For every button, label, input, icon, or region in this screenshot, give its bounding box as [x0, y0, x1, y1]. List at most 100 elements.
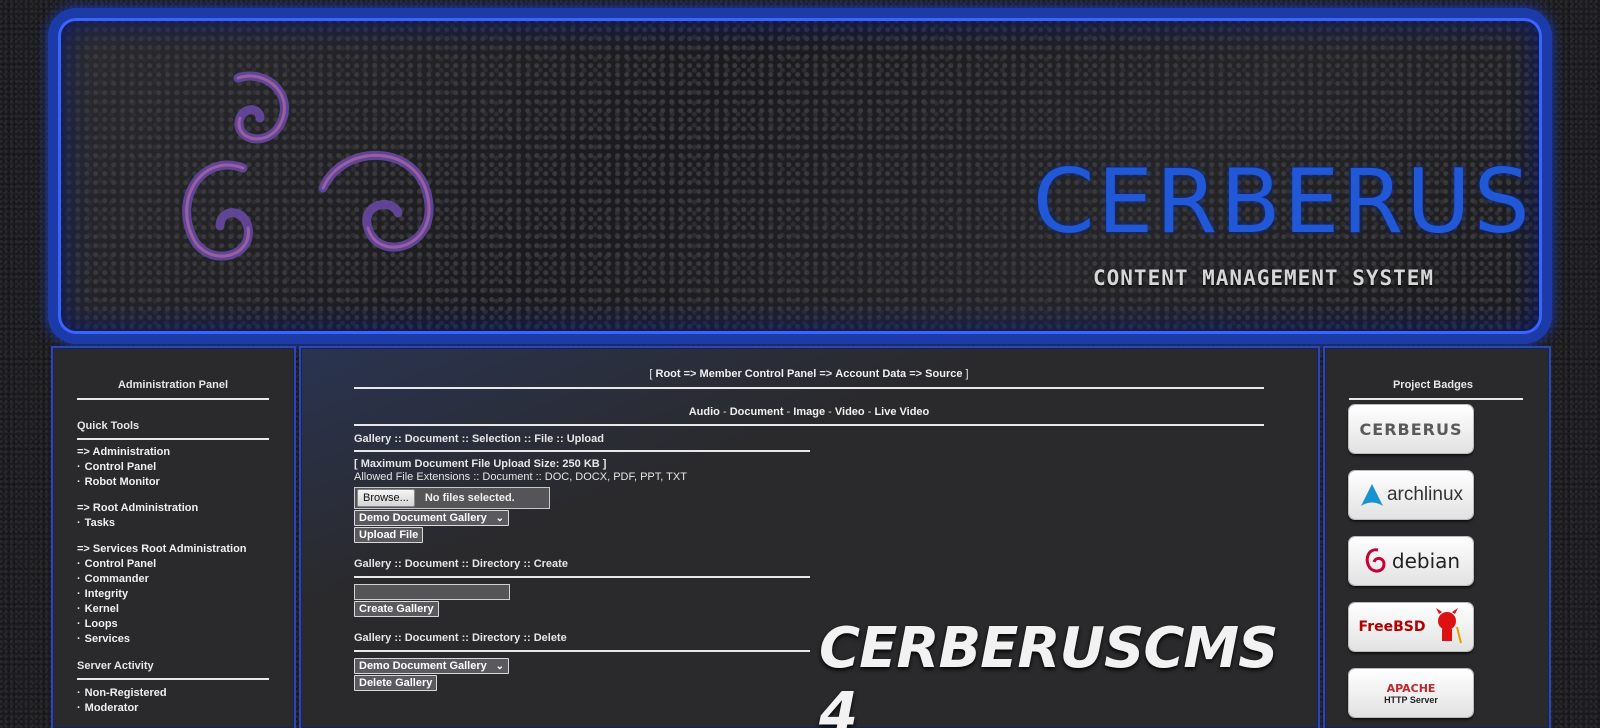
services-menu: => Services Root Administration · Control… — [77, 542, 269, 647]
server-activity-title: Server Activity — [77, 660, 154, 672]
divider — [354, 450, 810, 452]
cerberus-badge[interactable]: CERBERUS — [1349, 405, 1473, 453]
breadcrumb-account-data[interactable]: Account Data — [835, 368, 906, 380]
bullet: · — [77, 461, 81, 473]
activity-moderator[interactable]: Moderator — [85, 702, 139, 714]
triskele-logo — [182, 71, 434, 261]
delete-gallery-select[interactable]: Demo Document Gallery ⌄ — [354, 658, 509, 674]
divider — [77, 398, 269, 400]
quick-tools-title: Quick Tools — [77, 420, 140, 432]
apache-badge-label: APACHE — [1386, 681, 1436, 695]
browse-button[interactable]: Browse... — [357, 489, 415, 507]
menu-item-control-panel[interactable]: Control Panel — [85, 461, 157, 473]
divider — [354, 576, 810, 578]
upload-section-title: Gallery :: Document :: Selection :: File… — [354, 433, 604, 445]
breadcrumb-source[interactable]: Source — [925, 368, 962, 380]
delete-gallery-button[interactable]: Delete Gallery — [354, 675, 438, 691]
media-sep: - — [786, 406, 791, 418]
media-sep: - — [867, 406, 872, 418]
breadcrumb-root[interactable]: Root — [656, 368, 681, 380]
bullet: · — [77, 603, 81, 615]
bullet: · — [77, 573, 81, 585]
bullet: · — [77, 588, 81, 600]
debian-badge-label: debian — [1391, 549, 1461, 573]
delete-section-title: Gallery :: Document :: Directory :: Dele… — [354, 632, 567, 644]
bullet: · — [77, 517, 81, 529]
chevron-down-icon: ⌄ — [495, 661, 504, 672]
project-badges-title: Project Badges — [1392, 379, 1474, 391]
breadcrumb-sep: => — [683, 368, 697, 380]
menu-item-tasks[interactable]: Tasks — [85, 517, 115, 529]
breadcrumb-member-cp[interactable]: Member Control Panel — [700, 368, 817, 380]
file-status: No files selected. — [424, 492, 515, 504]
debian-badge[interactable]: debian — [1349, 537, 1473, 585]
media-document-link[interactable]: Document — [730, 406, 784, 418]
divider — [354, 387, 1264, 389]
create-gallery-button[interactable]: Create Gallery — [354, 601, 439, 617]
admin-heading-link[interactable]: => Administration — [77, 446, 170, 458]
archlinux-badge[interactable]: archlinux — [1349, 471, 1473, 519]
menu-item-kernel[interactable]: Kernel — [85, 603, 119, 615]
file-picker[interactable]: Browse... No files selected. — [354, 487, 550, 509]
upload-file-button[interactable]: Upload File — [354, 527, 424, 543]
breadcrumb-sep: => — [909, 368, 923, 380]
media-live-video-link[interactable]: Live Video — [874, 406, 929, 418]
breadcrumb: [ Root => Member Control Panel => Accoun… — [354, 366, 1264, 382]
media-sep: - — [828, 406, 832, 418]
breadcrumb-bracket: ] — [965, 368, 969, 380]
breadcrumb-bracket: [ — [649, 368, 653, 380]
freebsd-badge[interactable]: FreeBSD — [1349, 603, 1473, 651]
gallery-name-input[interactable] — [354, 584, 510, 600]
header-banner: CERBERUS CONTENT MANAGEMENT SYSTEM — [48, 8, 1552, 344]
bullet: · — [77, 476, 81, 488]
breadcrumb-sep: => — [819, 368, 833, 380]
admin-panel-title: Administration Panel — [117, 379, 229, 391]
upload-gallery-select-value: Demo Document Gallery — [359, 512, 487, 524]
divider — [354, 650, 810, 652]
freebsd-badge-label: FreeBSD — [1358, 619, 1426, 635]
media-audio-link[interactable]: Audio — [689, 406, 720, 418]
delete-section: Gallery :: Document :: Directory :: Dele… — [354, 631, 810, 691]
activity-non-registered[interactable]: Non-Registered — [85, 687, 167, 699]
menu-item-commander[interactable]: Commander — [85, 573, 149, 585]
cerberus-badge-label: CERBERUS — [1359, 419, 1463, 439]
menu-item-services[interactable]: Services — [85, 633, 130, 645]
divider — [77, 438, 269, 440]
cerberuscms-watermark: CERBERUSCMS 4 — [819, 616, 1279, 728]
left-panel: Administration Panel Quick Tools => Admi… — [51, 346, 296, 728]
debian-swirl-icon — [1365, 548, 1386, 573]
menu-item-services-control-panel[interactable]: Control Panel — [85, 558, 157, 570]
bullet: · — [77, 702, 81, 714]
create-section-title: Gallery :: Document :: Directory :: Crea… — [354, 558, 568, 570]
chevron-down-icon: ⌄ — [495, 513, 504, 524]
bullet: · — [77, 558, 81, 570]
archlinux-badge-label: archlinux — [1386, 484, 1464, 505]
media-video-link[interactable]: Video — [835, 406, 865, 418]
bullet: · — [77, 687, 81, 699]
menu-item-integrity[interactable]: Integrity — [85, 588, 128, 600]
apache-badge[interactable]: APACHE HTTP Server — [1349, 669, 1473, 717]
media-image-link[interactable]: Image — [793, 406, 825, 418]
media-sep: - — [722, 406, 727, 418]
menu-item-loops[interactable]: Loops — [85, 618, 118, 630]
main-content-panel: [ Root => Member Control Panel => Accoun… — [299, 346, 1320, 728]
services-admin-heading-link[interactable]: => Services Root Administration — [77, 543, 247, 555]
bullet: · — [77, 618, 81, 630]
bullet: · — [77, 633, 81, 645]
divider — [77, 678, 269, 680]
divider — [354, 424, 1264, 426]
delete-gallery-select-value: Demo Document Gallery — [359, 660, 487, 672]
upload-gallery-select[interactable]: Demo Document Gallery ⌄ — [354, 510, 509, 526]
media-nav: Audio - Document - Image - Video - Live … — [354, 404, 1264, 420]
arch-logo-icon — [1360, 484, 1383, 506]
freebsd-daemon-icon — [1436, 608, 1463, 644]
root-menu: => Root Administration · Tasks — [77, 501, 269, 531]
logo-subtitle: CONTENT MANAGEMENT SYSTEM — [1093, 266, 1435, 290]
menu-item-robot-monitor[interactable]: Robot Monitor — [85, 476, 160, 488]
create-section: Gallery :: Document :: Directory :: Crea… — [354, 557, 810, 617]
apache-badge-sublabel: HTTP Server — [1384, 694, 1438, 705]
root-admin-heading-link[interactable]: => Root Administration — [77, 502, 198, 514]
divider — [1349, 398, 1523, 400]
max-upload-size: [ Maximum Document File Upload Size: 250… — [354, 458, 607, 470]
allowed-extensions: Allowed File Extensions :: Document :: D… — [354, 471, 687, 483]
